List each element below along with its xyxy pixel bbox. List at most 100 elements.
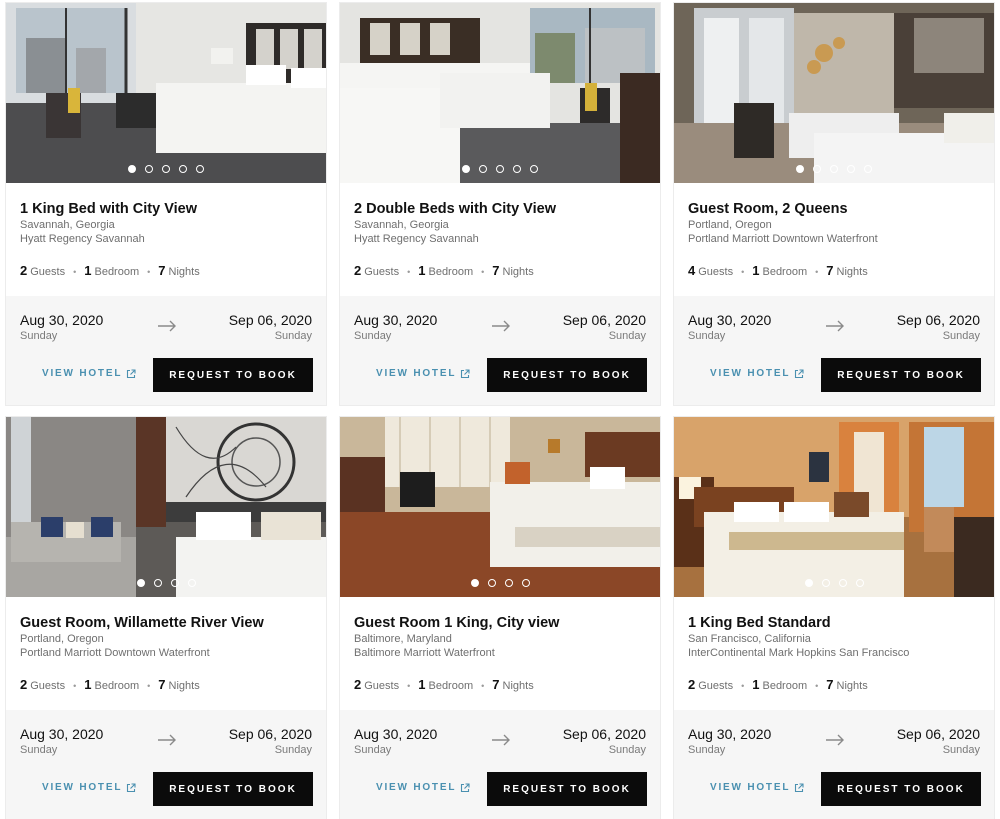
booking-panel: Aug 30, 2020 Sunday Sep 06, 2020 Sunday …: [6, 296, 326, 405]
carousel-dot[interactable]: [479, 165, 487, 173]
carousel-dot[interactable]: [462, 165, 470, 173]
room-card-grid: 1 King Bed with City View Savannah, Geor…: [0, 0, 1000, 819]
room-location: Savannah, Georgia: [354, 219, 449, 231]
room-title: Guest Room, 2 Queens: [688, 201, 848, 217]
carousel-dot[interactable]: [162, 165, 170, 173]
request-to-book-button[interactable]: REQUEST TO BOOK: [487, 358, 647, 392]
checkout-date: Sep 06, 2020 Sunday: [563, 726, 646, 757]
carousel-dot[interactable]: [838, 579, 847, 587]
carousel-dot[interactable]: [530, 165, 538, 173]
room-photo[interactable]: [674, 417, 994, 597]
request-to-book-button[interactable]: REQUEST TO BOOK: [487, 772, 647, 806]
room-title: 1 King Bed Standard: [688, 615, 831, 631]
stats-separator: •: [407, 681, 411, 691]
room-card: 1 King Bed with City View Savannah, Geor…: [5, 2, 327, 406]
carousel-dot[interactable]: [804, 579, 813, 587]
nights-count: 7: [826, 263, 834, 278]
bedroom-count: 1: [418, 263, 426, 278]
stats-separator: •: [73, 681, 77, 691]
carousel-dot[interactable]: [855, 579, 864, 587]
nights-count: 7: [158, 263, 166, 278]
guests-label: Guests: [30, 680, 66, 692]
view-hotel-label: VIEW HOTEL: [376, 368, 457, 379]
guests-count: 2: [354, 677, 362, 692]
guests-label: Guests: [698, 680, 734, 692]
arrow-right-icon: [492, 734, 510, 746]
checkin-date-value: Aug 30, 2020: [354, 312, 438, 328]
checkin-weekday: Sunday: [354, 330, 392, 342]
carousel-dot[interactable]: [136, 579, 145, 587]
bedroom-label: Bedroom: [762, 266, 808, 278]
carousel-dot[interactable]: [504, 579, 513, 587]
carousel-dot[interactable]: [821, 579, 830, 587]
external-link-icon: [795, 368, 804, 378]
carousel-dot[interactable]: [496, 165, 504, 173]
room-card: Guest Room 1 King, City view Baltimore, …: [339, 416, 661, 819]
arrow-right-icon: [826, 320, 844, 332]
checkin-date-value: Aug 30, 2020: [688, 312, 772, 328]
carousel-dot[interactable]: [196, 165, 204, 173]
room-title: 1 King Bed with City View: [20, 201, 197, 217]
room-photo[interactable]: [340, 3, 660, 183]
checkout-date-value: Sep 06, 2020: [562, 312, 646, 328]
view-hotel-link[interactable]: VIEW HOTEL: [42, 782, 136, 793]
room-stats: 2 Guests • 1 Bedroom • 7 Nights: [20, 677, 200, 692]
view-hotel-link[interactable]: VIEW HOTEL: [710, 368, 804, 379]
carousel-dot[interactable]: [128, 165, 136, 173]
view-hotel-label: VIEW HOTEL: [376, 782, 457, 793]
checkin-date: Aug 30, 2020 Sunday: [354, 726, 437, 757]
bedroom-count: 1: [752, 263, 760, 278]
nights-count: 7: [492, 263, 500, 278]
external-link-icon: [461, 368, 470, 378]
carousel-dot[interactable]: [145, 165, 153, 173]
carousel-dot[interactable]: [179, 165, 187, 173]
checkin-weekday: Sunday: [20, 330, 58, 342]
room-photo[interactable]: [340, 417, 660, 597]
room-photo[interactable]: [6, 417, 326, 597]
carousel-dot[interactable]: [847, 165, 855, 173]
carousel-dot[interactable]: [813, 165, 821, 173]
carousel-dot[interactable]: [487, 579, 496, 587]
carousel-dot[interactable]: [521, 579, 530, 587]
carousel-dot[interactable]: [187, 579, 196, 587]
request-to-book-button[interactable]: REQUEST TO BOOK: [821, 772, 981, 806]
carousel-dot[interactable]: [170, 579, 179, 587]
room-photo[interactable]: [6, 3, 326, 183]
checkout-weekday: Sunday: [274, 330, 312, 342]
carousel-dot[interactable]: [513, 165, 521, 173]
arrow-right-icon: [158, 320, 176, 332]
checkout-weekday: Sunday: [608, 744, 646, 756]
hotel-name: Hyatt Regency Savannah: [354, 233, 479, 245]
view-hotel-link[interactable]: VIEW HOTEL: [710, 782, 804, 793]
view-hotel-link[interactable]: VIEW HOTEL: [42, 368, 136, 379]
arrow-right-icon: [826, 734, 844, 746]
view-hotel-label: VIEW HOTEL: [710, 368, 791, 379]
checkin-date-value: Aug 30, 2020: [354, 726, 438, 742]
nights-label: Nights: [168, 680, 200, 692]
room-stats: 2 Guests • 1 Bedroom • 7 Nights: [688, 677, 868, 692]
hotel-name: Baltimore Marriott Waterfront: [354, 647, 495, 659]
carousel-dot[interactable]: [796, 165, 804, 173]
checkout-weekday: Sunday: [608, 330, 646, 342]
request-to-book-button[interactable]: REQUEST TO BOOK: [153, 772, 313, 806]
request-to-book-button[interactable]: REQUEST TO BOOK: [821, 358, 981, 392]
carousel-dot[interactable]: [153, 579, 162, 587]
view-hotel-link[interactable]: VIEW HOTEL: [376, 782, 470, 793]
guests-label: Guests: [30, 266, 66, 278]
carousel-dot[interactable]: [864, 165, 872, 173]
carousel-dot[interactable]: [470, 579, 479, 587]
room-photo[interactable]: [674, 3, 994, 183]
hotel-name: InterContinental Mark Hopkins San Franci…: [688, 647, 910, 659]
checkout-weekday: Sunday: [942, 744, 980, 756]
request-to-book-button[interactable]: REQUEST TO BOOK: [153, 358, 313, 392]
carousel-dot[interactable]: [830, 165, 838, 173]
photo-carousel-dots: [6, 579, 326, 589]
room-info: 2 Double Beds with City View Savannah, G…: [354, 200, 649, 246]
guests-label: Guests: [698, 266, 734, 278]
stats-separator: •: [73, 267, 77, 277]
bedroom-label: Bedroom: [428, 266, 474, 278]
view-hotel-link[interactable]: VIEW HOTEL: [376, 368, 470, 379]
room-card: 1 King Bed Standard San Francisco, Calif…: [673, 416, 995, 819]
room-title: Guest Room, Willamette River View: [20, 615, 264, 631]
photo-carousel-dots: [6, 165, 326, 175]
